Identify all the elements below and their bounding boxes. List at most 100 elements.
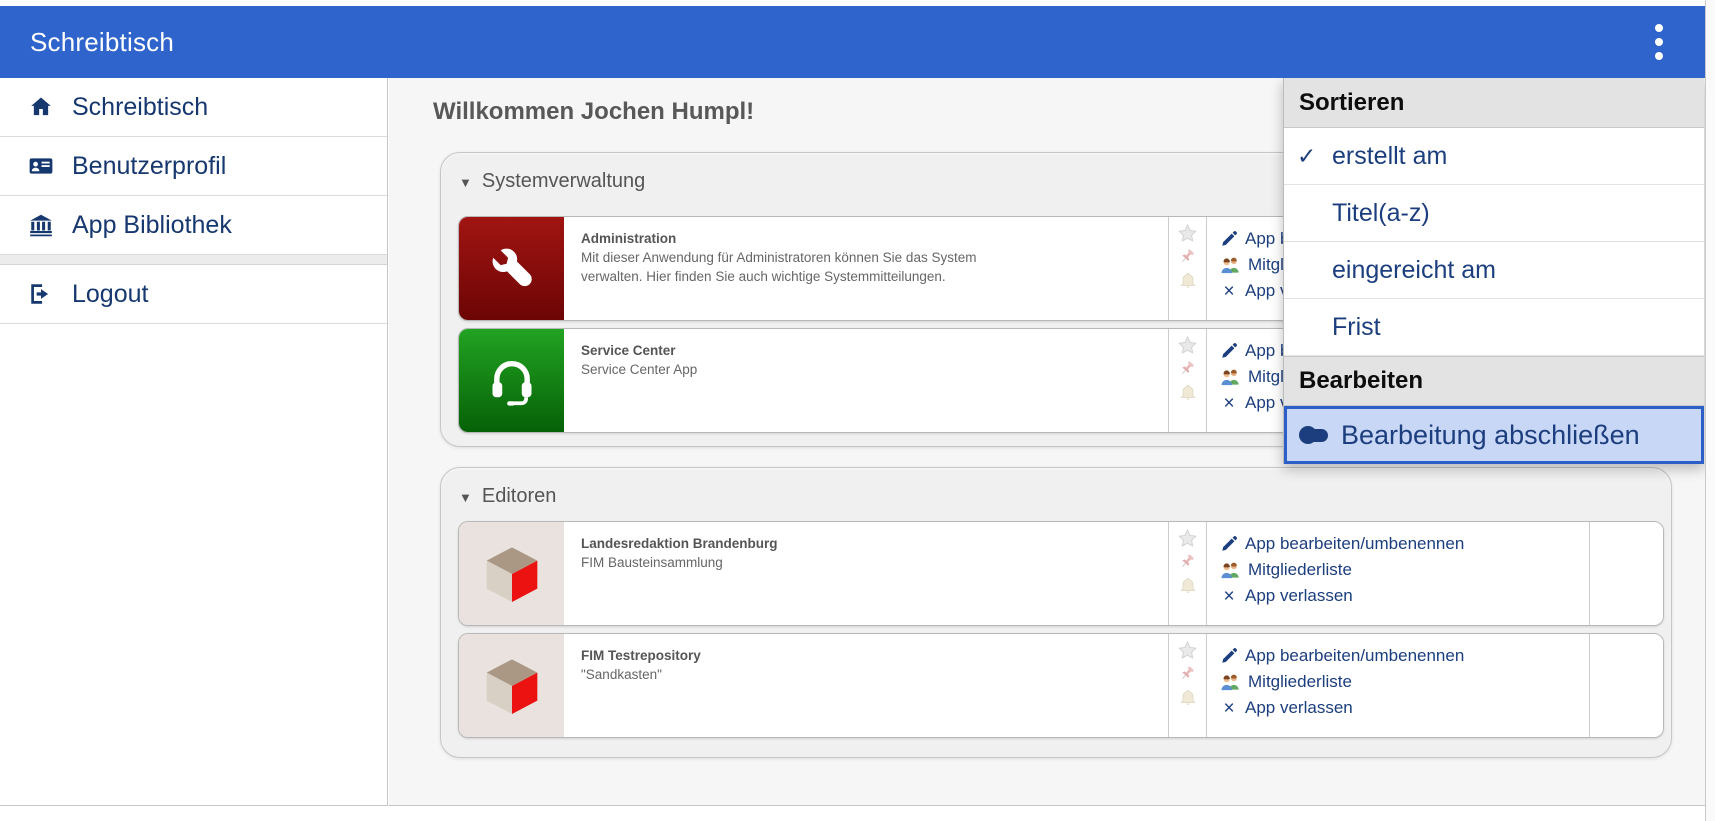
pencil-icon	[1220, 342, 1238, 360]
favorite-star-icon[interactable]	[1177, 335, 1198, 356]
app-flag-column	[1168, 217, 1207, 320]
member-list-link[interactable]: Mitgliederliste	[1220, 557, 1589, 583]
notification-bell-icon[interactable]	[1178, 271, 1198, 291]
home-icon	[28, 94, 54, 120]
menu-group-header-bearbeiten: Bearbeiten	[1284, 356, 1704, 406]
cube-icon	[480, 654, 544, 718]
toggle-icon	[1301, 429, 1328, 442]
bank-icon	[28, 212, 54, 238]
menu-item-label: Bearbeitung abschließen	[1341, 420, 1640, 451]
app-card-landesredaktion-brandenburg[interactable]: Landesredaktion Brandenburg FIM Baustein…	[458, 521, 1664, 626]
collapse-triangle-icon	[459, 170, 472, 193]
app-card-text: FIM Testrepository "Sandkasten"	[564, 634, 1168, 737]
app-leave-link[interactable]: App verlassen	[1220, 695, 1589, 721]
app-links-column: App bearbeiten/umbenennen Mitgliederlist…	[1207, 634, 1590, 737]
pin-icon[interactable]	[1178, 552, 1197, 573]
app-description: Service Center App	[581, 361, 1001, 380]
members-icon	[1220, 256, 1241, 274]
menu-item-eingereicht-am[interactable]: eingereicht am	[1284, 242, 1704, 299]
app-title: Service Center	[581, 343, 1168, 358]
menu-item-label: Frist	[1332, 313, 1381, 342]
sidebar: Schreibtisch Benutzerprofil App Biblioth…	[0, 78, 388, 806]
pin-icon[interactable]	[1178, 247, 1197, 268]
member-list-link[interactable]: Mitgliederliste	[1220, 669, 1589, 695]
members-icon	[1220, 561, 1241, 579]
app-header: Schreibtisch	[0, 6, 1705, 78]
notification-bell-icon[interactable]	[1178, 576, 1198, 596]
app-title: Schreibtisch	[30, 27, 174, 58]
sidebar-item-label: Schreibtisch	[72, 93, 208, 122]
headset-icon	[486, 355, 538, 407]
close-x-icon	[1220, 587, 1238, 606]
kebab-menu-icon[interactable]	[1649, 18, 1669, 66]
sidebar-item-label: Benutzerprofil	[72, 152, 226, 181]
app-title: Landesredaktion Brandenburg	[581, 536, 1168, 551]
app-title: Administration	[581, 231, 1168, 246]
menu-item-frist[interactable]: Frist	[1284, 299, 1704, 356]
app-leave-link[interactable]: App verlassen	[1220, 583, 1589, 609]
app-title: FIM Testrepository	[581, 648, 1168, 663]
logout-icon	[28, 281, 54, 307]
app-card-text: Administration Mit dieser Anwendung für …	[564, 217, 1168, 320]
app-description: FIM Bausteinsammlung	[581, 554, 1001, 573]
sidebar-item-logout[interactable]: Logout	[0, 265, 387, 324]
section-editoren: Editoren Landesredaktion Brandenburg FIM…	[440, 467, 1672, 758]
sidebar-item-app-bibliothek[interactable]: App Bibliothek	[0, 196, 387, 255]
close-x-icon	[1220, 699, 1238, 718]
menu-item-label: eingereicht am	[1332, 256, 1496, 285]
app-links-column: App bearbeiten/umbenennen Mitgliederlist…	[1207, 522, 1590, 625]
sidebar-item-label: Logout	[72, 280, 148, 309]
link-label: App bearbeiten/umbenennen	[1245, 534, 1464, 554]
notification-bell-icon[interactable]	[1178, 688, 1198, 708]
sidebar-item-benutzerprofil[interactable]: Benutzerprofil	[0, 137, 387, 196]
app-tile-cube	[459, 634, 564, 737]
favorite-star-icon[interactable]	[1177, 223, 1198, 244]
app-flag-column	[1168, 329, 1207, 432]
pencil-icon	[1220, 535, 1238, 553]
pin-icon[interactable]	[1178, 359, 1197, 380]
close-x-icon	[1220, 394, 1238, 413]
app-description: "Sandkasten"	[581, 666, 1001, 685]
menu-item-label: Titel(a-z)	[1332, 199, 1430, 228]
app-card-text: Landesredaktion Brandenburg FIM Baustein…	[564, 522, 1168, 625]
app-tile-service-center	[459, 329, 564, 432]
favorite-star-icon[interactable]	[1177, 640, 1198, 661]
notification-bell-icon[interactable]	[1178, 383, 1198, 403]
sidebar-item-label: App Bibliothek	[72, 211, 232, 240]
link-label: App bearbeiten/umbenennen	[1245, 646, 1464, 666]
app-tile-cube	[459, 522, 564, 625]
app-card-text: Service Center Service Center App	[564, 329, 1168, 432]
menu-item-erstellt-am[interactable]: erstellt am	[1284, 128, 1704, 185]
check-icon	[1297, 143, 1316, 170]
app-tile-administration	[459, 217, 564, 320]
members-icon	[1220, 673, 1241, 691]
scrollbar[interactable]	[1705, 0, 1715, 821]
sidebar-item-schreibtisch[interactable]: Schreibtisch	[0, 78, 387, 137]
link-label: App verlassen	[1245, 586, 1353, 606]
favorite-star-icon[interactable]	[1177, 528, 1198, 549]
app-card-fim-testrepository[interactable]: FIM Testrepository "Sandkasten" App bear…	[458, 633, 1664, 738]
app-flag-column	[1168, 634, 1207, 737]
card-spacer	[1590, 634, 1663, 737]
menu-item-titel-a-z[interactable]: Titel(a-z)	[1284, 185, 1704, 242]
card-spacer	[1590, 522, 1663, 625]
collapse-triangle-icon	[459, 485, 472, 508]
section-header-editoren[interactable]: Editoren	[459, 481, 1671, 511]
app-edit-rename-link[interactable]: App bearbeiten/umbenennen	[1220, 643, 1589, 669]
menu-item-bearbeitung-abschliessen[interactable]: Bearbeitung abschließen	[1284, 406, 1704, 464]
menu-group-header-sortieren: Sortieren	[1284, 78, 1704, 128]
sidebar-group-divider	[0, 255, 387, 265]
options-menu: Sortieren erstellt am Titel(a-z) eingere…	[1283, 78, 1704, 464]
pin-icon[interactable]	[1178, 664, 1197, 685]
app-edit-rename-link[interactable]: App bearbeiten/umbenennen	[1220, 531, 1589, 557]
members-icon	[1220, 368, 1241, 386]
section-title: Systemverwaltung	[482, 170, 645, 193]
app-description: Mit dieser Anwendung für Administratoren…	[581, 249, 1001, 287]
cube-icon	[480, 542, 544, 606]
pencil-icon	[1220, 647, 1238, 665]
link-label: Mitgliederliste	[1248, 672, 1352, 692]
page-title: Willkommen Jochen Humpl!	[433, 98, 754, 126]
menu-item-label: erstellt am	[1332, 142, 1447, 171]
pencil-icon	[1220, 230, 1238, 248]
app-flag-column	[1168, 522, 1207, 625]
